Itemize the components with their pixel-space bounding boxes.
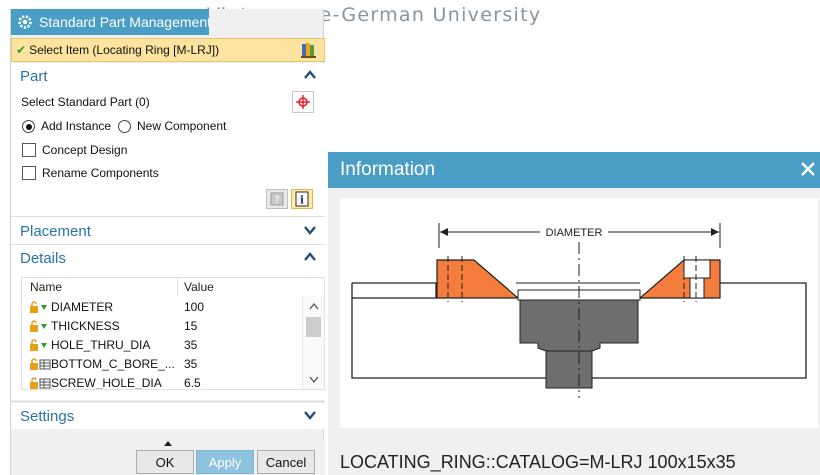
column-separator (177, 278, 178, 296)
add-instance-radio[interactable] (22, 120, 35, 133)
table-row[interactable]: BOTTOM_C_BORE_... 35 (22, 355, 304, 374)
settings-section-title: Settings (20, 407, 75, 425)
scrollbar-thumb[interactable] (306, 317, 321, 337)
chevron-down-icon[interactable] (303, 408, 317, 422)
chevron-up-icon[interactable] (303, 250, 317, 264)
standard-part-dialog: Standard Part Management ✔ Select Item (… (10, 9, 325, 475)
lock-arrow-icon (30, 320, 47, 332)
new-component-radio[interactable] (118, 120, 131, 133)
placement-section-header[interactable]: Placement (11, 218, 325, 244)
chevron-down-icon[interactable] (303, 223, 317, 237)
settings-section-header[interactable]: Settings (11, 403, 325, 429)
add-instance-label: Add Instance (41, 119, 112, 133)
select-standard-part-label: Select Standard Part (0) (21, 95, 150, 109)
part-section-header[interactable]: Part (11, 63, 325, 89)
rename-components-checkbox[interactable] (22, 166, 36, 180)
info-icon: i (295, 191, 309, 207)
details-section-header[interactable]: Details (11, 245, 325, 271)
divider (11, 216, 325, 217)
divider (11, 401, 325, 402)
information-titlebar[interactable]: Information (328, 152, 820, 188)
dialog-footer: OK Apply Cancel (11, 439, 325, 475)
dimension-label: DIAMETER (546, 227, 603, 239)
select-item-row[interactable]: ✔ Select Item (Locating Ring [M-LRJ]) (11, 38, 325, 62)
information-window: Information DIAMETER LOCATING_RING::CATA… (328, 152, 820, 475)
table-row[interactable]: SCREW_HOLE_DIA 6.5 (22, 374, 304, 389)
table-row[interactable]: DIAMETER 100 (22, 298, 304, 317)
placement-section-title: Placement (20, 222, 91, 240)
scroll-down-icon (309, 376, 319, 384)
help-button[interactable]: ? (266, 189, 288, 209)
chevron-up-icon[interactable] (303, 68, 317, 82)
table-row[interactable]: HOLE_THRU_DIA 35 (22, 336, 304, 355)
details-table: Name Value DIAMETER 100 THICKNESS 15 HOL… (21, 277, 325, 390)
dialog-titlebar[interactable]: Standard Part Management (11, 9, 209, 35)
part-drawing: DIAMETER (340, 198, 818, 428)
cancel-button[interactable]: Cancel (257, 450, 315, 474)
expand-up-icon[interactable] (163, 440, 173, 447)
lock-table-icon (30, 377, 51, 389)
locating-ring-diagram: DIAMETER (351, 223, 807, 398)
rename-components-label: Rename Components (42, 166, 159, 180)
select-item-label: Select Item (Locating Ring [M-LRJ]) (29, 43, 220, 57)
column-value-header[interactable]: Value (184, 280, 214, 294)
table-row[interactable]: THICKNESS 15 (22, 317, 304, 336)
close-icon[interactable] (800, 161, 816, 177)
part-section-title: Part (20, 67, 48, 85)
gear-icon (17, 14, 33, 30)
apply-button[interactable]: Apply (196, 450, 254, 474)
lock-table-icon (30, 358, 51, 370)
svg-text:?: ? (274, 195, 279, 206)
column-name-header[interactable]: Name (30, 280, 62, 294)
table-scrollbar[interactable] (302, 296, 324, 389)
catalog-text: LOCATING_RING::CATALOG=M-LRJ 100x15x35 (340, 452, 736, 472)
library-icon[interactable] (300, 41, 318, 59)
details-section-title: Details (20, 249, 66, 267)
checkmark-icon: ✔ (16, 43, 27, 57)
concept-design-checkbox[interactable] (22, 143, 36, 157)
scroll-up-icon (309, 302, 319, 310)
concept-design-label: Concept Design (42, 143, 128, 157)
new-component-label: New Component (137, 119, 227, 133)
information-button[interactable]: i (291, 189, 313, 209)
screen: Vietnamese-German University Standard Pa… (0, 0, 820, 475)
help-icon: ? (270, 192, 284, 206)
crosshair-icon (296, 95, 310, 109)
lock-arrow-icon (30, 301, 47, 313)
table-header: Name Value (22, 278, 324, 296)
dialog-title: Standard Part Management (39, 14, 209, 30)
svg-text:i: i (300, 194, 304, 207)
ok-button[interactable]: OK (136, 450, 194, 474)
lock-arrow-icon (30, 339, 47, 351)
information-title: Information (340, 159, 436, 180)
select-part-button[interactable] (292, 91, 314, 113)
